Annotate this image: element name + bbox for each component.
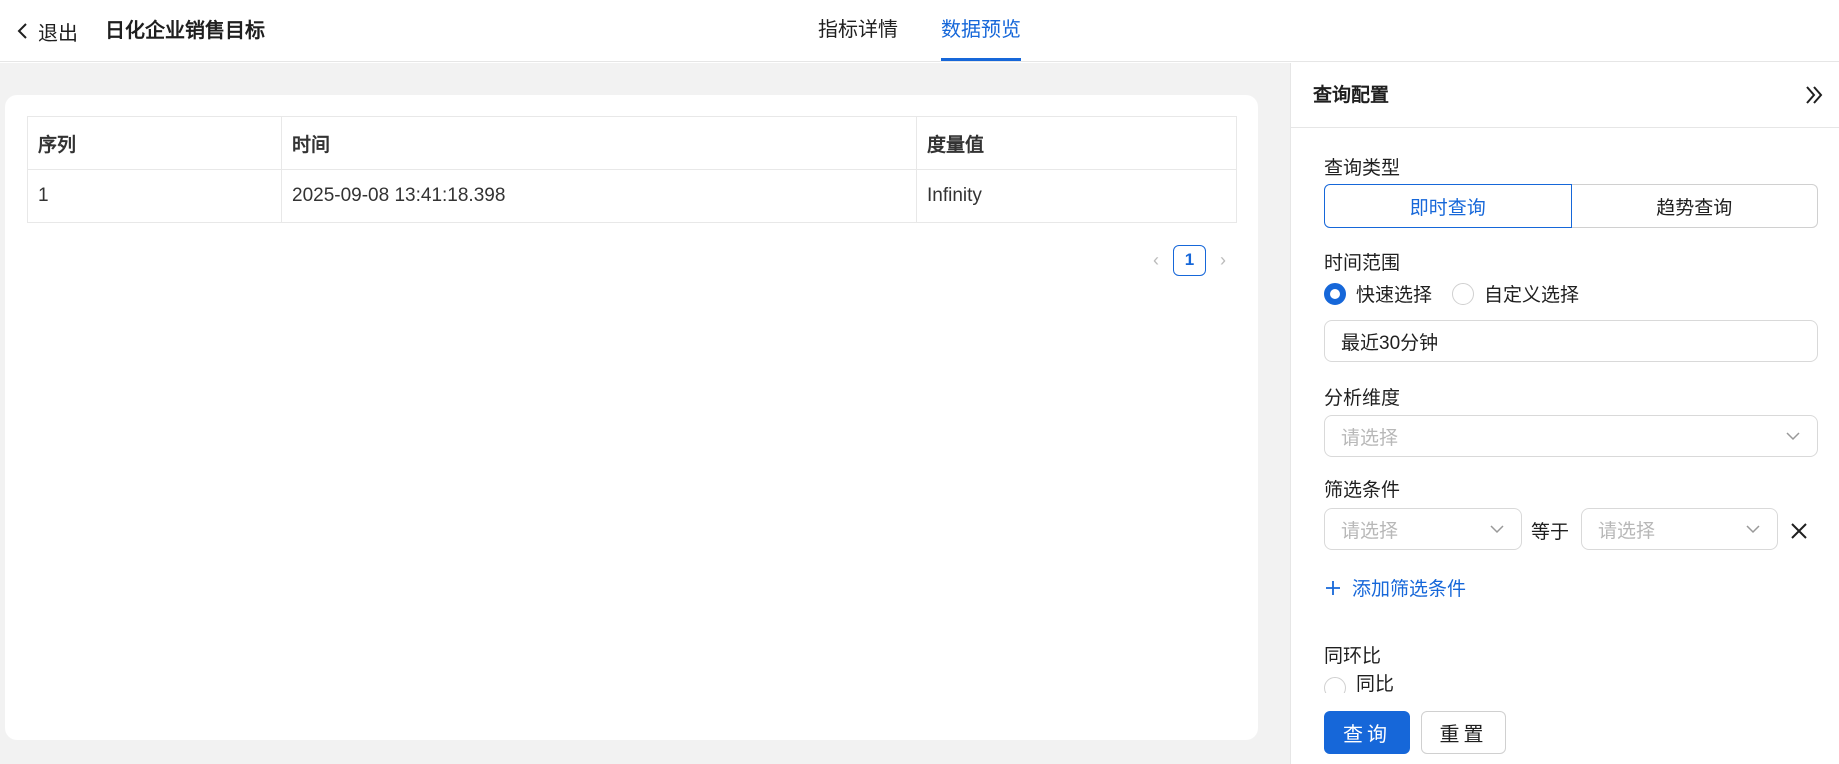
- chevron-left-icon: [17, 23, 27, 39]
- data-card: 序列 时间 度量值 1 2025-09-08 13:41:18.398 Infi…: [5, 95, 1258, 740]
- query-type-instant[interactable]: 即时查询: [1324, 184, 1572, 228]
- collapse-panel-icon[interactable]: [1802, 83, 1826, 107]
- radio-custom-select[interactable]: 自定义选择: [1452, 280, 1579, 307]
- dimension-placeholder: 请选择: [1341, 427, 1399, 449]
- add-filter-label: 添加筛选条件: [1352, 579, 1467, 600]
- filter-value-placeholder: 请选择: [1598, 520, 1656, 542]
- query-type-toggle: 即时查询 趋势查询: [1324, 184, 1818, 228]
- panel-header: 查询配置: [1291, 63, 1839, 128]
- column-header-index[interactable]: 序列: [27, 116, 282, 170]
- radio-unchecked-icon: [1324, 677, 1346, 693]
- cell-measure: Infinity: [916, 169, 1237, 223]
- comparison-option-label: 同比: [1356, 674, 1395, 693]
- tab-indicator-details[interactable]: 指标详情: [818, 0, 898, 62]
- filter-label: 筛选条件: [1324, 480, 1401, 501]
- time-range-value: 最近30分钟: [1341, 332, 1439, 354]
- radio-checked-icon: [1324, 282, 1346, 305]
- top-header: 退出 日化企业销售目标 指标详情 数据预览: [0, 0, 1839, 62]
- panel-actions: 查询 重置: [1324, 711, 1506, 754]
- filter-field-select[interactable]: 请选择: [1324, 508, 1522, 550]
- column-header-measure[interactable]: 度量值: [916, 116, 1237, 170]
- radio-unchecked-icon: [1452, 282, 1475, 305]
- dimension-select[interactable]: 请选择: [1324, 415, 1818, 457]
- prev-page-icon[interactable]: ‹: [1145, 244, 1167, 276]
- back-label: 退出: [38, 22, 78, 45]
- pagination: ‹ 1 ›: [1145, 244, 1234, 276]
- chevron-down-icon: [1786, 432, 1800, 441]
- panel-title: 查询配置: [1313, 85, 1390, 106]
- cell-time: 2025-09-08 13:41:18.398: [281, 169, 917, 223]
- query-type-label: 查询类型: [1324, 158, 1401, 179]
- filter-field-placeholder: 请选择: [1341, 520, 1399, 542]
- table-header-row: 序列 时间 度量值: [27, 116, 1237, 170]
- page-button-current[interactable]: 1: [1173, 244, 1206, 276]
- add-filter-button[interactable]: 添加筛选条件: [1324, 574, 1466, 601]
- column-header-time[interactable]: 时间: [281, 116, 917, 170]
- query-type-trend[interactable]: 趋势查询: [1571, 184, 1818, 228]
- cell-index: 1: [27, 169, 282, 223]
- table-row: 1 2025-09-08 13:41:18.398 Infinity: [27, 169, 1237, 223]
- filter-operator: 等于: [1531, 522, 1570, 543]
- time-range-value-field[interactable]: 最近30分钟: [1324, 320, 1818, 362]
- chevron-down-icon: [1490, 525, 1504, 534]
- reset-button[interactable]: 重置: [1421, 711, 1506, 754]
- data-table: 序列 时间 度量值 1 2025-09-08 13:41:18.398 Infi…: [27, 116, 1237, 223]
- query-button[interactable]: 查询: [1324, 711, 1410, 754]
- remove-filter-icon[interactable]: [1789, 521, 1809, 541]
- tab-data-preview[interactable]: 数据预览: [941, 0, 1021, 62]
- tab-bar: 指标详情 数据预览: [818, 0, 1021, 62]
- comparison-option-yoy[interactable]: 同比: [1324, 669, 1394, 693]
- main-area: 序列 时间 度量值 1 2025-09-08 13:41:18.398 Infi…: [0, 63, 1290, 764]
- time-range-label: 时间范围: [1324, 253, 1401, 274]
- radio-custom-select-label: 自定义选择: [1484, 285, 1580, 306]
- back-button[interactable]: 退出: [16, 0, 78, 62]
- time-range-radio-group: 快速选择 自定义选择: [1324, 280, 1579, 307]
- radio-quick-select[interactable]: 快速选择: [1324, 280, 1432, 307]
- dimension-label: 分析维度: [1324, 388, 1401, 409]
- query-config-panel: 查询配置 查询类型 即时查询 趋势查询 时间范围 快速选择 自定义选择 最近30…: [1290, 63, 1839, 764]
- next-page-icon[interactable]: ›: [1212, 244, 1234, 276]
- radio-quick-select-label: 快速选择: [1356, 285, 1433, 306]
- page-title: 日化企业销售目标: [105, 20, 265, 42]
- chevron-down-icon: [1746, 525, 1760, 534]
- plus-icon: [1326, 580, 1340, 595]
- comparison-label: 同环比: [1324, 646, 1382, 667]
- filter-value-select[interactable]: 请选择: [1581, 508, 1778, 550]
